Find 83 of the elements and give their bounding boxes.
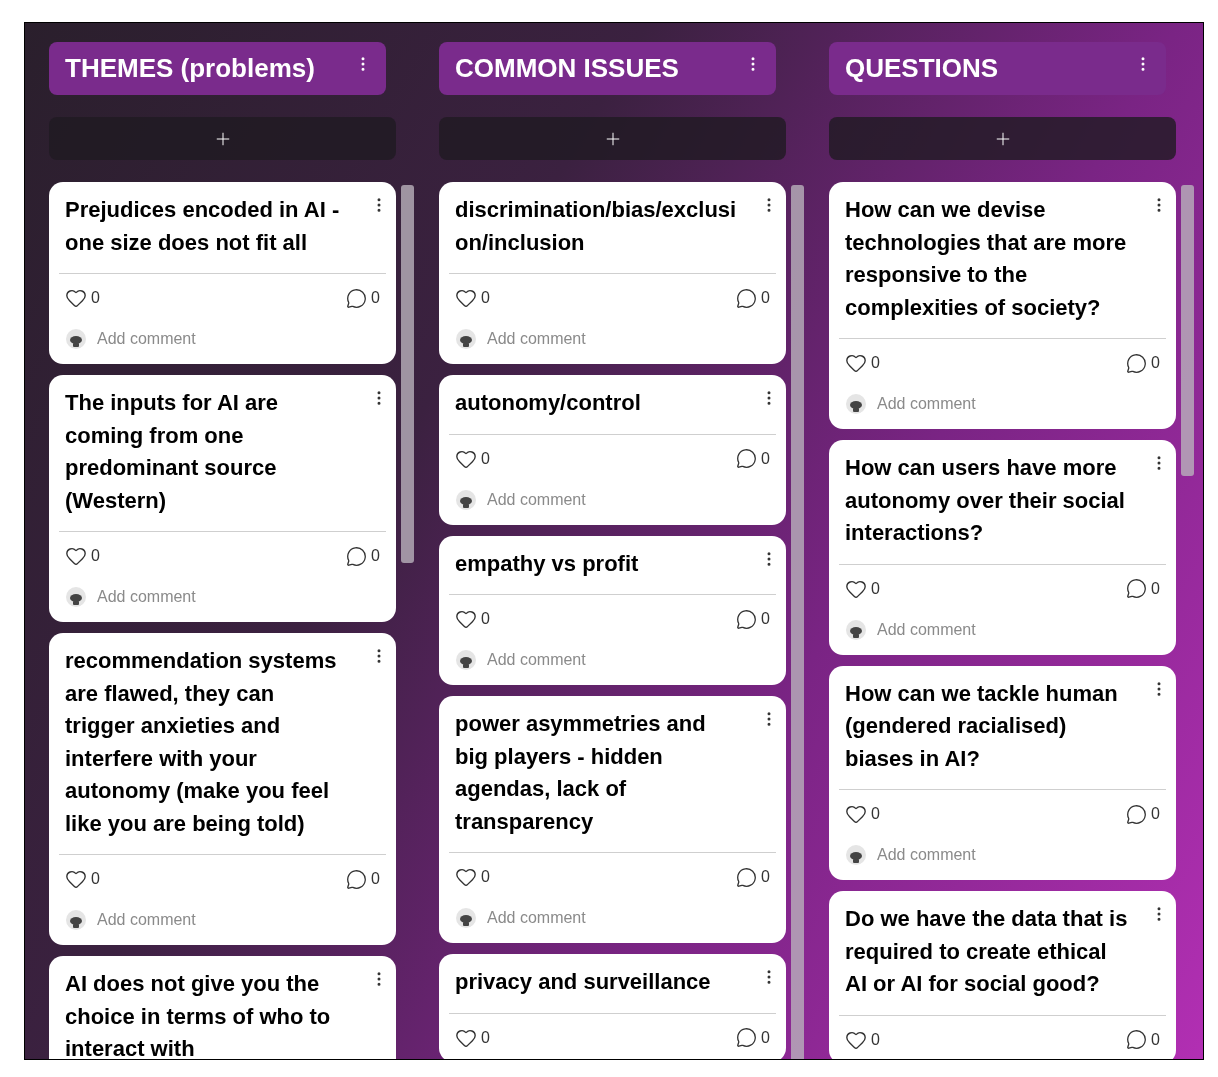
post-text: How can we devise technologies that are more responsive to the complexities of society? [845, 196, 1128, 322]
like-count: 0 [871, 804, 880, 824]
comment-count: 0 [1151, 804, 1160, 824]
comment-count: 0 [1151, 1029, 1160, 1050]
post-text: Do we have the data that is required to create ethical AI or AI for social good? [845, 905, 1128, 998]
post-text: recommendation systems are flawed, they can trigger anxieties and interfere with your autonomy (make you feel like you are being told) [65, 647, 338, 838]
add-comment-field[interactable]: Add comment [487, 487, 586, 512]
avatar-icon [455, 649, 477, 671]
post-text: autonomy/control [455, 389, 642, 417]
post-text: AI does not give you the choice in terms of who to interact with [65, 970, 332, 1059]
post-text: power asymmetries and big players - hidden agendas, lack of transparency [455, 710, 707, 836]
post-text: The inputs for AI are coming from one predominant source (Western) [65, 389, 280, 515]
heart-icon[interactable] [455, 866, 477, 888]
column-header[interactable]: QUESTIONS [829, 42, 1166, 95]
avatar-icon [845, 393, 867, 415]
like-count: 0 [871, 578, 880, 599]
heart-icon[interactable] [65, 287, 87, 309]
comment-count: 0 [761, 1027, 770, 1048]
add-comment-field[interactable]: Add comment [487, 648, 586, 672]
column-header[interactable]: COMMON ISSUES [439, 42, 776, 95]
like-count: 0 [91, 869, 100, 889]
comment-icon[interactable] [736, 287, 758, 309]
scrollbar[interactable] [401, 185, 414, 563]
add-comment-field[interactable]: Add comment [877, 843, 976, 867]
post-text: Prejudices encoded in AI - one size does not fit all [65, 196, 341, 257]
heart-icon[interactable] [455, 608, 477, 630]
comment-icon[interactable] [736, 1027, 758, 1048]
comment-icon[interactable] [1126, 803, 1148, 825]
like-count: 0 [871, 353, 880, 373]
avatar-icon [845, 844, 867, 866]
comment-icon[interactable] [736, 866, 758, 888]
comment-icon[interactable] [346, 868, 368, 890]
post-text: discrimination/bias/exclusi on/inclusion [455, 196, 738, 257]
add-comment-field[interactable]: Add comment [97, 327, 196, 351]
like-count: 0 [481, 448, 490, 469]
comment-count: 0 [1151, 353, 1160, 373]
avatar-icon [455, 488, 477, 511]
comment-count: 0 [371, 546, 380, 566]
comment-count: 0 [761, 609, 770, 629]
comment-icon[interactable] [1126, 352, 1148, 374]
comment-icon[interactable] [1126, 578, 1148, 599]
comment-count: 0 [371, 288, 380, 308]
comment-icon[interactable] [346, 545, 368, 567]
add-comment-field[interactable]: Add comment [877, 617, 976, 642]
avatar-icon [455, 907, 477, 929]
post-text: empathy vs profit [455, 549, 640, 578]
column-header[interactable]: THEMES (problems) [49, 42, 386, 95]
like-count: 0 [91, 288, 100, 308]
comment-icon[interactable] [1126, 1029, 1148, 1050]
comment-count: 0 [761, 867, 770, 887]
add-comment-field[interactable]: Add comment [97, 908, 196, 932]
add-comment-field[interactable]: Add comment [877, 392, 976, 416]
add-comment-field[interactable]: Add comment [487, 906, 586, 930]
like-count: 0 [481, 288, 490, 308]
avatar-icon [65, 328, 87, 350]
post-text: How can users have more autonomy over their social interactions? [845, 454, 1126, 547]
like-count: 0 [481, 867, 490, 887]
heart-icon[interactable] [65, 868, 87, 890]
heart-icon[interactable] [455, 287, 477, 309]
scrollbar[interactable] [1181, 185, 1194, 476]
heart-icon[interactable] [845, 352, 867, 374]
heart-icon[interactable] [845, 803, 867, 825]
post-text: privacy and surveillance [455, 968, 712, 996]
comment-icon[interactable] [346, 287, 368, 309]
add-comment-field[interactable]: Add comment [97, 585, 196, 609]
avatar-icon [65, 586, 87, 608]
scrollbar[interactable] [791, 185, 804, 1059]
post-text: How can we tackle human (gendered racialised) biases in AI? [845, 679, 1119, 773]
comment-icon[interactable] [736, 608, 758, 630]
comment-count: 0 [761, 288, 770, 308]
avatar-icon [65, 909, 87, 931]
comment-count: 0 [371, 869, 380, 889]
comment-icon[interactable] [736, 448, 758, 469]
like-count: 0 [871, 1029, 880, 1050]
like-count: 0 [481, 1027, 490, 1048]
avatar-icon [455, 328, 477, 350]
add-comment-field[interactable]: Add comment [487, 327, 586, 351]
like-count: 0 [91, 546, 100, 566]
avatar-icon [845, 618, 867, 641]
comment-count: 0 [1151, 578, 1160, 599]
heart-icon[interactable] [65, 545, 87, 567]
like-count: 0 [481, 609, 490, 629]
comment-count: 0 [761, 448, 770, 469]
